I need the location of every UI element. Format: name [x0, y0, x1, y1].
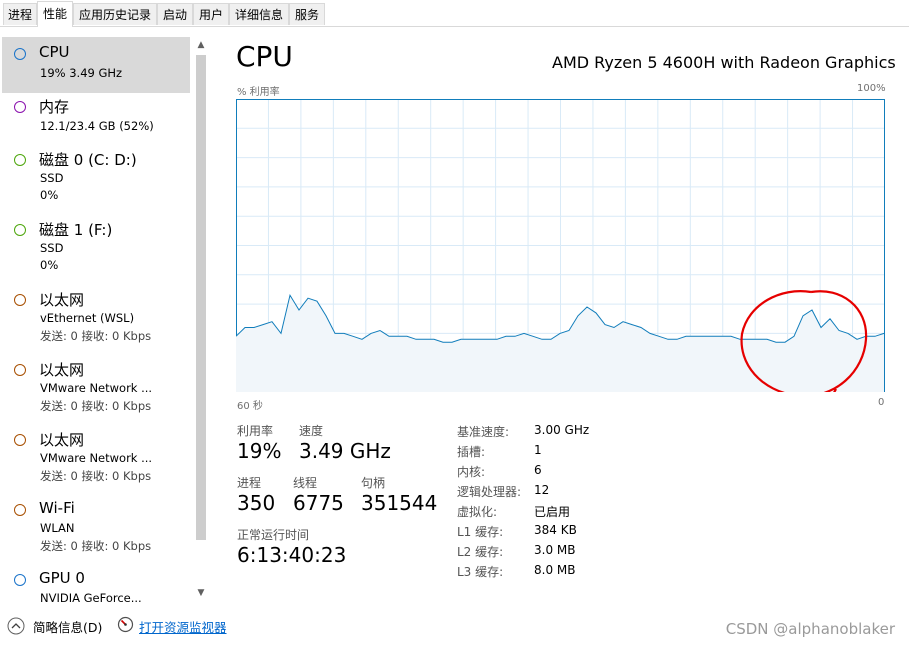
l1-cache-label: L1 缓存:: [457, 525, 504, 539]
sidebar-item-title: 内存: [39, 98, 70, 116]
l3-cache-label: L3 缓存:: [457, 565, 504, 579]
sidebar-item-detail: VMware Network ...: [40, 381, 153, 395]
sidebar-item-detail: WLAN: [40, 521, 75, 535]
sidebar-item-title: 磁盘 1 (F:): [39, 221, 113, 239]
summary-view-button[interactable]: 简略信息(D): [33, 617, 102, 636]
scroll-thumb[interactable]: [196, 55, 206, 540]
gpu-indicator-icon: [14, 574, 26, 586]
watermark: CSDN @alphanoblaker: [725, 620, 895, 638]
sidebar-item-cpu[interactable]: CPU 19% 3.49 GHz: [2, 37, 190, 93]
threads-value: 6775: [293, 491, 344, 515]
tab-bar: 进程 性能 应用历史记录 启动 用户 详细信息 服务: [0, 0, 909, 27]
sidebar-item-title: CPU: [39, 43, 70, 61]
sidebar-item-title: 磁盘 0 (C: D:): [39, 151, 137, 169]
uptime-value: 6:13:40:23: [237, 543, 347, 567]
scroll-down-icon[interactable]: ▼: [196, 587, 206, 599]
virtualization-label: 虚拟化:: [457, 505, 498, 519]
l2-cache-label: L2 缓存:: [457, 545, 504, 559]
logical-processors-label: 逻辑处理器:: [457, 485, 522, 499]
virtualization-value: 已启用: [534, 505, 571, 519]
tab-performance[interactable]: 性能: [37, 1, 73, 27]
sidebar-item-detail: NVIDIA GeForce...: [40, 591, 142, 605]
cpu-utilization-graph: [236, 99, 885, 392]
collapse-chevron-icon[interactable]: [7, 617, 25, 635]
sidebar-item-ethernet-vmware-2[interactable]: 以太网 VMware Network ... 发送: 0 接收: 0 Kbps: [2, 423, 190, 491]
logical-processors-value: 12: [534, 483, 550, 497]
threads-label: 线程: [293, 476, 318, 490]
sidebar-item-wifi[interactable]: Wi-Fi WLAN 发送: 0 接收: 0 Kbps: [2, 493, 190, 561]
page-title: CPU: [236, 40, 293, 73]
l3-cache-value: 8.0 MB: [534, 563, 576, 577]
sidebar-item-title: 以太网: [39, 431, 85, 449]
cores-label: 内核:: [457, 465, 486, 479]
sidebar-item-detail: 19% 3.49 GHz: [40, 66, 123, 80]
ethernet-indicator-icon: [14, 294, 26, 306]
sidebar-item-ethernet-wsl[interactable]: 以太网 vEthernet (WSL) 发送: 0 接收: 0 Kbps: [2, 283, 190, 351]
utilization-value: 19%: [237, 439, 282, 463]
uptime-label: 正常运行时间: [237, 528, 310, 542]
speed-label: 速度: [299, 424, 324, 438]
disk-indicator-icon: [14, 154, 26, 166]
sidebar-item-title: GPU 0: [39, 569, 85, 587]
memory-indicator-icon: [14, 101, 26, 113]
l2-cache-value: 3.0 MB: [534, 543, 576, 557]
sidebar-item-detail: 0%: [40, 188, 59, 202]
sidebar-item-title: 以太网: [39, 291, 85, 309]
sockets-label: 插槽:: [457, 445, 486, 459]
tab-startup[interactable]: 启动: [157, 3, 193, 25]
processes-label: 进程: [237, 476, 262, 490]
tab-app-history[interactable]: 应用历史记录: [73, 3, 157, 25]
cores-value: 6: [534, 463, 542, 477]
sidebar-item-detail: 发送: 0 接收: 0 Kbps: [40, 469, 152, 483]
speed-value: 3.49 GHz: [299, 439, 391, 463]
processes-value: 350: [237, 491, 276, 515]
sidebar-item-detail: vEthernet (WSL): [40, 311, 135, 325]
ethernet-indicator-icon: [14, 364, 26, 376]
base-speed-value: 3.00 GHz: [534, 423, 590, 437]
sidebar-item-detail: 0%: [40, 258, 59, 272]
sockets-value: 1: [534, 443, 542, 457]
handles-value: 351544: [361, 491, 438, 515]
graph-y-label: % 利用率: [237, 87, 280, 98]
sidebar-scrollbar[interactable]: ▲ ▼: [193, 37, 209, 603]
tab-services[interactable]: 服务: [289, 3, 325, 25]
sidebar-item-detail: 发送: 0 接收: 0 Kbps: [40, 539, 152, 553]
resource-monitor-icon[interactable]: [117, 616, 134, 633]
sidebar-item-gpu[interactable]: GPU 0 NVIDIA GeForce...: [2, 563, 190, 606]
wifi-indicator-icon: [14, 504, 26, 516]
sidebar-item-detail: 发送: 0 接收: 0 Kbps: [40, 399, 152, 413]
sidebar-item-title: 以太网: [39, 361, 85, 379]
ethernet-indicator-icon: [14, 434, 26, 446]
handles-label: 句柄: [361, 476, 386, 490]
open-resource-monitor-link[interactable]: 打开资源监视器: [139, 617, 227, 636]
sidebar-item-detail: VMware Network ...: [40, 451, 153, 465]
graph-y-max-label: 100%: [857, 83, 886, 94]
tab-details[interactable]: 详细信息: [229, 3, 289, 25]
base-speed-label: 基准速度:: [457, 425, 510, 439]
cpu-model-name: AMD Ryzen 5 4600H with Radeon Graphics: [552, 53, 896, 72]
sidebar-item-detail: SSD: [40, 171, 64, 185]
sidebar-item-title: Wi-Fi: [39, 499, 75, 517]
scroll-up-icon[interactable]: ▲: [196, 39, 206, 51]
utilization-label: 利用率: [237, 424, 274, 438]
resource-sidebar: CPU 19% 3.49 GHz 内存 12.1/23.4 GB (52%) 磁…: [0, 34, 212, 606]
tab-processes[interactable]: 进程: [3, 3, 37, 25]
graph-x-right-label: 0: [878, 397, 885, 408]
sidebar-item-disk-1[interactable]: 磁盘 1 (F:) SSD 0%: [2, 213, 190, 281]
graph-x-left-label: 60 秒: [237, 401, 263, 412]
sidebar-item-detail: 发送: 0 接收: 0 Kbps: [40, 329, 152, 343]
l1-cache-value: 384 KB: [534, 523, 577, 537]
sidebar-item-detail: 12.1/23.4 GB (52%): [40, 119, 154, 133]
sidebar-item-disk-0[interactable]: 磁盘 0 (C: D:) SSD 0%: [2, 143, 190, 211]
cpu-indicator-icon: [14, 48, 26, 60]
disk-indicator-icon: [14, 224, 26, 236]
sidebar-item-memory[interactable]: 内存 12.1/23.4 GB (52%): [2, 90, 190, 146]
tab-users[interactable]: 用户: [193, 3, 229, 25]
sidebar-item-detail: SSD: [40, 241, 64, 255]
sidebar-item-ethernet-vmware-1[interactable]: 以太网 VMware Network ... 发送: 0 接收: 0 Kbps: [2, 353, 190, 421]
